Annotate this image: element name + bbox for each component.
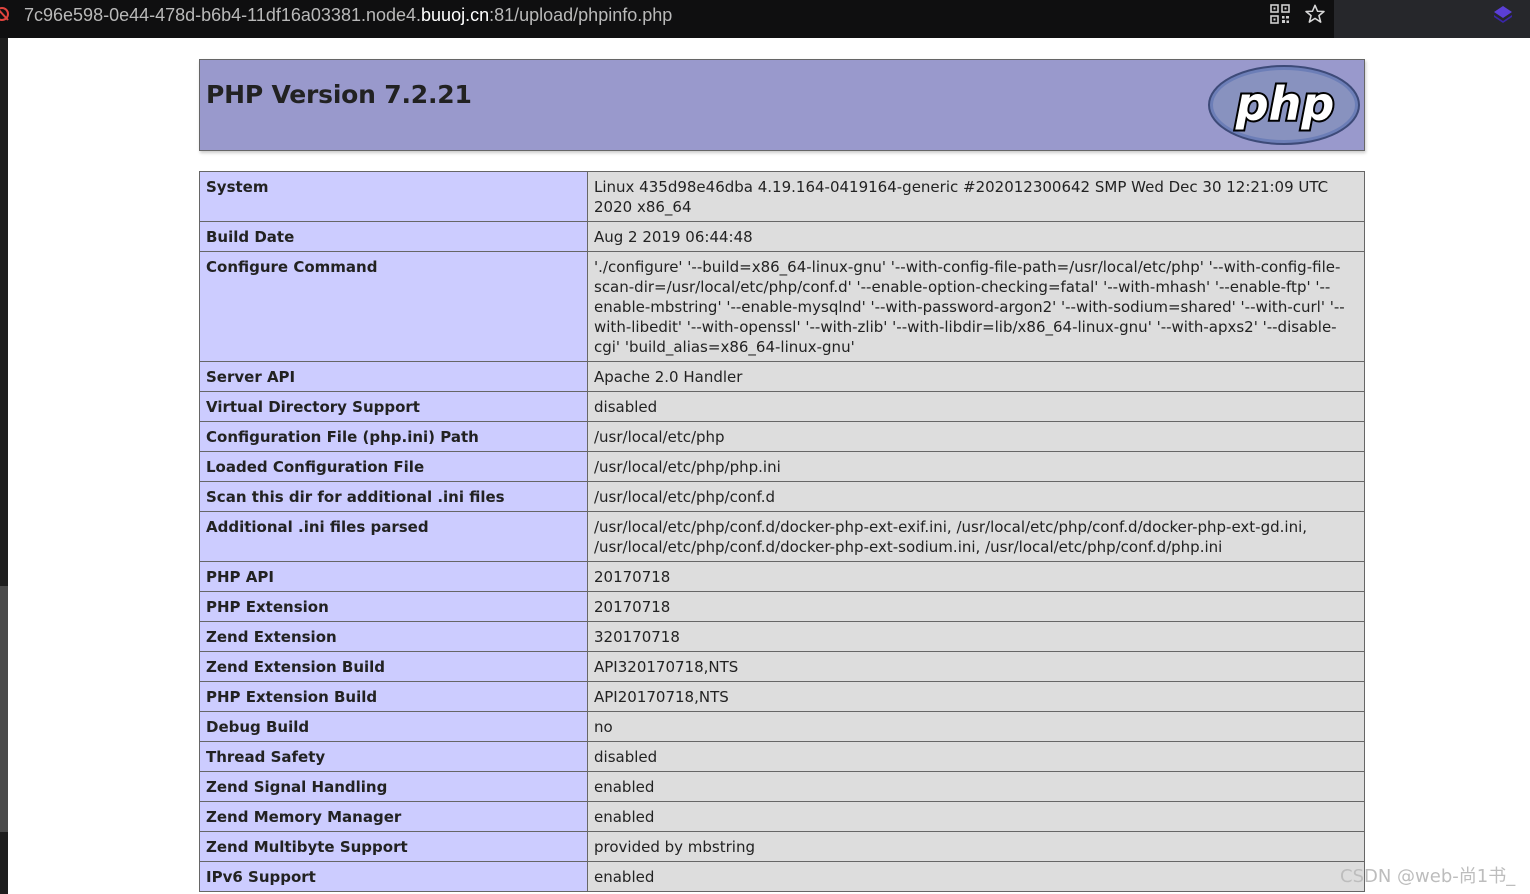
- setting-value: disabled: [587, 741, 1365, 772]
- table-row: PHP Extension Build API20170718,NTS: [199, 681, 1365, 712]
- setting-value: 20170718: [587, 591, 1365, 622]
- setting-name: Scan this dir for additional .ini files: [199, 481, 588, 512]
- setting-value: API320170718,NTS: [587, 651, 1365, 682]
- qr-code-icon[interactable]: [1270, 4, 1290, 24]
- setting-name: System: [199, 171, 588, 222]
- setting-name: Debug Build: [199, 711, 588, 742]
- table-row: System Linux 435d98e46dba 4.19.164-041916…: [199, 171, 1365, 222]
- setting-value: './configure' '--build=x86_64-linux-gnu'…: [587, 251, 1365, 362]
- table-row: Zend Memory Manager enabled: [199, 801, 1365, 832]
- table-row: Scan this dir for additional .ini files /…: [199, 481, 1365, 512]
- table-row: PHP API 20170718: [199, 561, 1365, 592]
- page-viewport: PHP Version 7.2.21 php System Linux 435d9…: [8, 38, 1530, 894]
- browser-toolbar: 7c96e598-0e44-478d-b6b4-11df16a03381.nod…: [0, 0, 1530, 38]
- table-row: Additional .ini files parsed/usr/local/e…: [199, 511, 1365, 562]
- url-prefix: 7c96e598-0e44-478d-b6b4-11df16a03381.nod…: [24, 5, 422, 25]
- setting-value: Linux 435d98e46dba 4.19.164-0419164-gene…: [587, 171, 1365, 222]
- table-row: Configure Command './configure' '--build=…: [199, 251, 1365, 362]
- setting-name: Zend Extension: [199, 621, 588, 652]
- address-bar[interactable]: 7c96e598-0e44-478d-b6b4-11df16a03381.nod…: [24, 4, 672, 26]
- setting-value: disabled: [587, 391, 1365, 422]
- table-row: Virtual Directory Support disabled: [199, 391, 1365, 422]
- setting-name: Build Date: [199, 221, 588, 252]
- table-row: Loaded Configuration File/usr/local/etc/…: [199, 451, 1365, 482]
- setting-name: Virtual Directory Support: [199, 391, 588, 422]
- insecure-lock-icon[interactable]: [0, 4, 10, 24]
- scrollbar-thumb[interactable]: [0, 586, 8, 832]
- setting-value: provided by mbstring: [587, 831, 1365, 862]
- setting-name: Configure Command: [199, 251, 588, 362]
- setting-name: Configuration File (php.ini) Path: [199, 421, 588, 452]
- left-edge-panel: [0, 38, 8, 894]
- table-row: Zend Extension Build API320170718,NTS: [199, 651, 1365, 682]
- setting-value: /usr/local/etc/php: [587, 421, 1365, 452]
- table-row: Build Date Aug 2 2019 06:44:48: [199, 221, 1365, 252]
- setting-name: Thread Safety: [199, 741, 588, 772]
- csdn-watermark: CSDN @web-尚1书_: [1340, 866, 1516, 887]
- setting-value: enabled: [587, 861, 1365, 892]
- table-row: Configuration File (php.ini) Path/usr/lo…: [199, 421, 1365, 452]
- setting-name: Server API: [199, 361, 588, 392]
- setting-name: IPv6 Support: [199, 861, 588, 892]
- setting-value: /usr/local/etc/php/conf.d/docker-php-ext…: [587, 511, 1365, 562]
- table-row: Zend Multibyte Support provided by mbstri…: [199, 831, 1365, 862]
- page-title: PHP Version 7.2.21: [206, 80, 472, 109]
- table-row: IPv6 Support enabled: [199, 861, 1365, 892]
- php-info-table: System Linux 435d98e46dba 4.19.164-041916…: [199, 171, 1365, 892]
- table-row: Zend Extension 320170718: [199, 621, 1365, 652]
- table-row: PHP Extension 20170718: [199, 591, 1365, 622]
- setting-name: Additional .ini files parsed: [199, 511, 588, 562]
- setting-value: 20170718: [587, 561, 1365, 592]
- setting-name: Zend Multibyte Support: [199, 831, 588, 862]
- setting-value: enabled: [587, 771, 1365, 802]
- php-version-header: PHP Version 7.2.21 php: [199, 59, 1365, 151]
- setting-value: API20170718,NTS: [587, 681, 1365, 712]
- url-domain: buuoj.cn: [421, 5, 490, 25]
- setting-name: Zend Signal Handling: [199, 771, 588, 802]
- setting-value: enabled: [587, 801, 1365, 832]
- setting-name: PHP Extension Build: [199, 681, 588, 712]
- setting-name: Loaded Configuration File: [199, 451, 588, 482]
- setting-name: PHP API: [199, 561, 588, 592]
- table-row: Thread Safety disabled: [199, 741, 1365, 772]
- setting-name: Zend Memory Manager: [199, 801, 588, 832]
- setting-name: PHP Extension: [199, 591, 588, 622]
- url-suffix: :81/upload/phpinfo.php: [489, 5, 673, 25]
- php-logo[interactable]: php: [1207, 64, 1361, 146]
- table-row: Server API Apache 2.0 Handler: [199, 361, 1365, 392]
- table-row: Debug Build no: [199, 711, 1365, 742]
- star-icon[interactable]: [1304, 3, 1326, 25]
- table-row: Zend Signal Handling enabled: [199, 771, 1365, 802]
- setting-name: Zend Extension Build: [199, 651, 588, 682]
- setting-value: /usr/local/etc/php/php.ini: [587, 451, 1365, 482]
- php-logo-text: php: [1235, 77, 1335, 131]
- setting-value: no: [587, 711, 1365, 742]
- setting-value: Apache 2.0 Handler: [587, 361, 1365, 392]
- setting-value: Aug 2 2019 06:44:48: [587, 221, 1365, 252]
- extension-icon[interactable]: [1492, 3, 1514, 25]
- setting-value: /usr/local/etc/php/conf.d: [587, 481, 1365, 512]
- setting-value: 320170718: [587, 621, 1365, 652]
